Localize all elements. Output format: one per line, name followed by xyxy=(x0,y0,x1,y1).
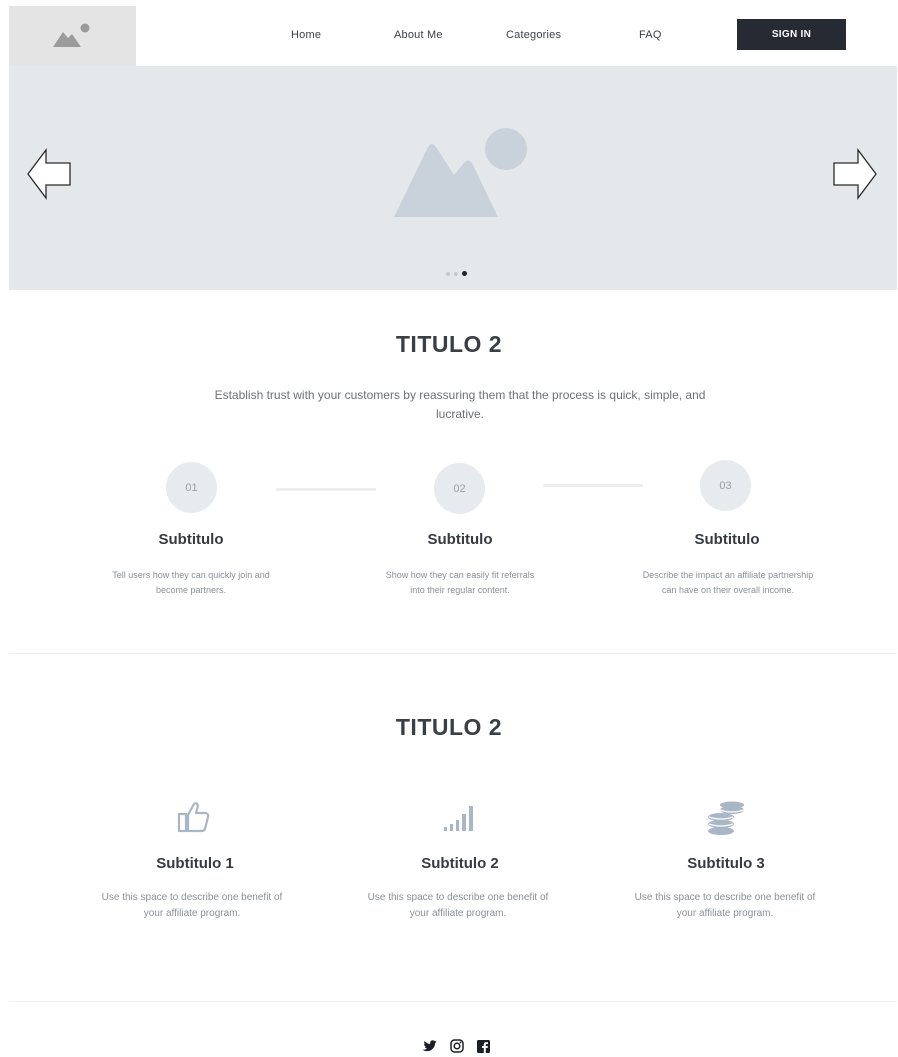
benefit-title-3: Subtitulo 3 xyxy=(687,855,765,872)
section-title-benefits: TITULO 2 xyxy=(395,714,503,740)
benefit-title-2: Subtitulo 2 xyxy=(421,855,499,872)
step-desc-2: Show how they can easily fit referrals i… xyxy=(385,570,535,595)
slider-dot-1[interactable] xyxy=(446,271,450,276)
site-header: Home About Me Categories FAQ SIGN IN xyxy=(9,6,897,66)
nav-about-me[interactable]: About Me xyxy=(394,29,443,41)
slider-dot-3-active[interactable] xyxy=(462,271,467,276)
benefit-desc-2: Use this space to describe one benefit o… xyxy=(367,892,549,919)
benefit-desc-1: Use this space to describe one benefit o… xyxy=(101,892,283,919)
step-desc-3: Describe the impact an affiliate partner… xyxy=(642,570,814,595)
slider-dot-2[interactable] xyxy=(454,271,458,276)
nav-home[interactable]: Home xyxy=(291,29,321,41)
benefit-title-1: Subtitulo 1 xyxy=(156,855,234,872)
instagram-icon[interactable] xyxy=(450,1039,464,1053)
steps-lead-text: Establish trust with your customers by r… xyxy=(214,388,706,421)
social-links xyxy=(422,1039,490,1053)
step-connector-line xyxy=(276,488,376,491)
previous-slide-arrow-icon[interactable] xyxy=(26,144,74,204)
signal-bars-icon xyxy=(444,806,473,831)
section-divider xyxy=(9,653,897,654)
step-connector-line xyxy=(543,484,643,487)
hero-image-placeholder-icon xyxy=(394,128,527,217)
step-number-2: 02 xyxy=(434,463,485,514)
nav-categories[interactable]: Categories xyxy=(506,29,561,41)
step-title-1: Subtitulo xyxy=(158,531,224,548)
sign-in-button[interactable]: SIGN IN xyxy=(737,19,846,50)
benefit-desc-3: Use this space to describe one benefit o… xyxy=(634,892,816,919)
image-placeholder-icon xyxy=(52,23,89,47)
step-number-1: 01 xyxy=(166,462,217,513)
footer-divider xyxy=(9,1001,897,1002)
step-number-3: 03 xyxy=(700,460,751,511)
facebook-icon[interactable] xyxy=(477,1039,490,1053)
coins-icon xyxy=(708,801,745,835)
hero-slider xyxy=(9,66,897,290)
twitter-icon[interactable] xyxy=(422,1040,437,1052)
nav-faq[interactable]: FAQ xyxy=(639,29,662,41)
section-title-steps: TITULO 2 xyxy=(395,331,503,357)
step-desc-1: Tell users how they can quickly join and… xyxy=(112,570,270,595)
next-slide-arrow-icon[interactable] xyxy=(830,144,878,204)
step-title-3: Subtitulo xyxy=(694,531,760,548)
step-title-2: Subtitulo xyxy=(427,531,493,548)
logo-placeholder[interactable] xyxy=(9,6,136,66)
slider-dots xyxy=(446,271,467,276)
thumbs-up-icon xyxy=(177,802,210,833)
